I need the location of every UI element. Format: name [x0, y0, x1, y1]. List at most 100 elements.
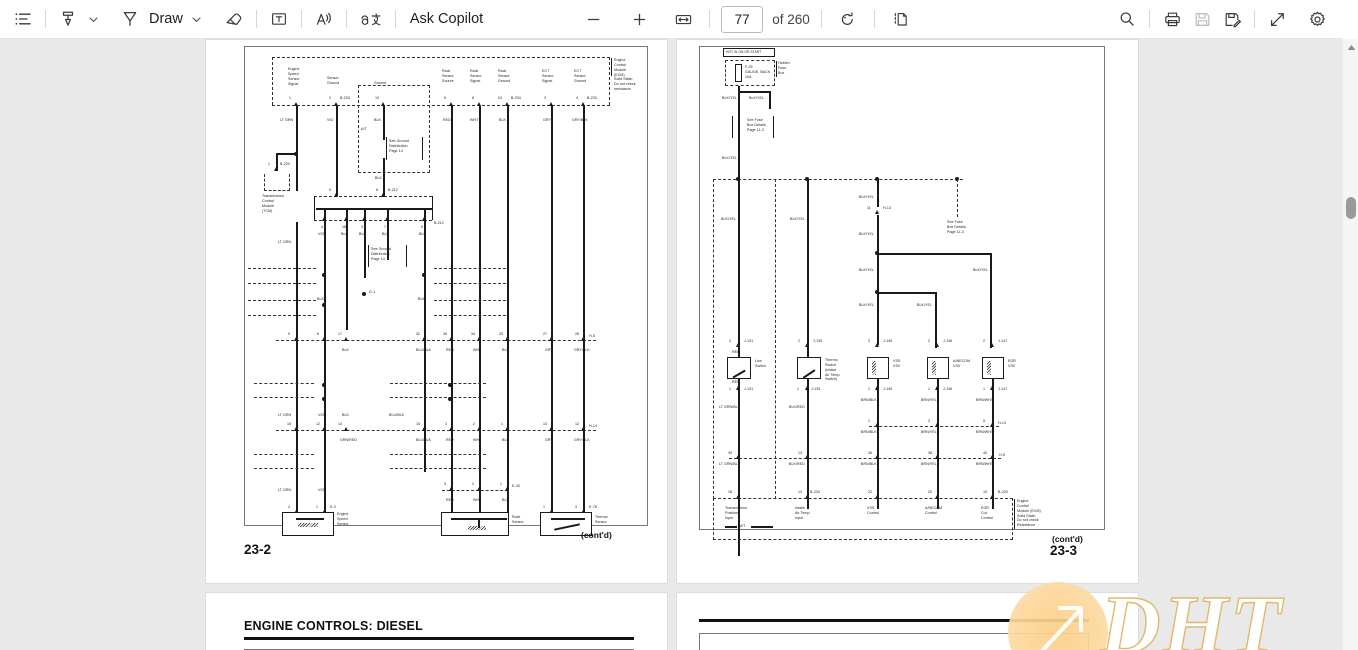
h13-tag-mid: H-13	[883, 206, 891, 210]
toolbar-divider-4	[345, 10, 347, 28]
fit-to-width-icon[interactable]	[668, 4, 698, 34]
b212-conn-4	[385, 217, 389, 221]
ask-copilot-button[interactable]: Ask Copilot	[403, 4, 490, 34]
toolbar-divider-6	[709, 10, 711, 28]
draw-button[interactable]: Draw	[145, 11, 187, 27]
document-page-23-3[interactable]: HOT IN ON OR START F-25 GAUGE, BACK 10A …	[676, 39, 1139, 584]
search-icon[interactable]	[1112, 4, 1142, 34]
bundle-m2	[254, 397, 314, 398]
bundle-r-4	[434, 315, 506, 316]
toolbar-divider-10	[1254, 10, 1255, 28]
bus-branch-3	[957, 179, 958, 217]
vss-wire-out	[877, 379, 879, 509]
fuse-box-bracket	[776, 61, 777, 77]
fullscreen-icon[interactable]	[1262, 4, 1292, 34]
rowc-tag-2: B-234	[810, 490, 820, 494]
tcm-box	[264, 174, 290, 191]
translate-icon[interactable]	[354, 4, 388, 34]
wire-col-1: BLK/YEL	[722, 96, 737, 100]
pin-label-5: Rack Sensor Ground	[498, 69, 511, 83]
rowc-conn-2	[875, 495, 879, 499]
pin-label-6: ECT Sensor Signal	[542, 69, 554, 83]
print-icon[interactable]	[1157, 4, 1187, 34]
pin-label-1: Sensor Ground	[327, 76, 340, 85]
h5-pin-1: 6	[317, 332, 320, 336]
toolbar-scroll-cap	[1342, 0, 1358, 39]
rack-sensor-box	[441, 512, 509, 536]
fuse-box-label: Hidden Fuse Box	[778, 61, 790, 75]
wire-col-2: BLK/YEL	[749, 96, 764, 100]
eraser-icon[interactable]	[219, 4, 249, 34]
rowa-pin-0: 1	[868, 419, 871, 423]
h14-conn-0	[294, 427, 298, 431]
zoom-in-button[interactable]	[624, 4, 654, 34]
next-page-rule-right	[699, 619, 1089, 622]
ecm-right-bracket	[1014, 499, 1015, 529]
h14-conn-3	[422, 427, 426, 431]
thermosw-conn-top	[805, 343, 809, 347]
rowc-pin-4: 10	[983, 490, 988, 494]
col-a2: BLK/YEL	[790, 217, 805, 221]
table-of-contents-icon[interactable]	[8, 4, 38, 34]
e43-pin-0: 3	[444, 482, 447, 486]
rowc-conn-0	[736, 495, 740, 499]
scroll-thumb[interactable]	[1346, 197, 1356, 219]
anecom-vsv-label: A/NECOM VSV	[953, 359, 971, 368]
rotate-icon[interactable]	[833, 4, 863, 34]
vss-col-1: BRN/BLK	[861, 398, 877, 402]
h5-c1: BLU/BLK	[416, 348, 432, 352]
col-step-4: BLK/YEL	[859, 303, 874, 307]
highlighter-dropdown-chevron-down-icon[interactable]	[83, 14, 103, 25]
low-switch-label: Low Switch	[755, 359, 766, 368]
zoom-out-button[interactable]	[578, 4, 608, 34]
h5-pin-0: 5	[288, 332, 291, 336]
step-wire-2	[877, 292, 937, 294]
engine-speed-sensor-coil	[298, 523, 318, 527]
rowb-conn-0	[736, 455, 740, 459]
pin-num-3: 9	[444, 96, 447, 100]
egr-pin-top: 2	[983, 339, 986, 343]
wire-1b	[324, 222, 326, 516]
b212-num-5: 9	[421, 225, 424, 229]
vss-vsv-label: VSS VSV	[893, 359, 901, 368]
ecm-input-0: Transmission Position Input	[725, 506, 747, 520]
vio-lbl-2: VIO	[318, 413, 325, 417]
col-a4: BLK/YEL	[859, 232, 874, 236]
page-layout-icon[interactable]	[886, 4, 916, 34]
text-box-icon[interactable]	[264, 4, 294, 34]
anecom-pin-bot: 1	[928, 387, 931, 391]
rowa-tag: H-13	[998, 421, 1006, 425]
conn-tag-1: B-234	[511, 96, 521, 100]
page-number-input[interactable]	[721, 5, 764, 33]
b212-tag-top: B-212	[388, 188, 398, 192]
conn-tag-0: B-233	[340, 96, 350, 100]
bundle-dot-1	[322, 273, 326, 277]
ecm-top-boundary	[272, 57, 610, 105]
h5-conn-7	[549, 337, 553, 341]
scroll-up-arrow-icon[interactable]	[1343, 39, 1358, 56]
blublk-lbl: BLU/BLK	[389, 413, 405, 417]
vertical-scrollbar[interactable]	[1342, 39, 1358, 650]
read-aloud-icon[interactable]	[309, 4, 339, 34]
document-viewport[interactable]: Engine Control Module (ECM) Solid State:…	[0, 39, 1342, 650]
toolbar-divider-7	[820, 10, 822, 28]
rowb-pin-3: 38	[928, 451, 933, 455]
rowb-conn-4	[990, 455, 994, 459]
document-page-next-right[interactable]	[676, 592, 1139, 650]
draw-dropdown-chevron-down-icon[interactable]	[187, 14, 207, 25]
save-as-icon[interactable]	[1217, 4, 1247, 34]
pen-icon[interactable]	[115, 4, 145, 34]
h14-pin-2: 14	[338, 422, 343, 426]
bundle-dot-3	[422, 273, 426, 277]
fn1-bracket-l	[732, 116, 733, 138]
h14-c2: RED	[446, 438, 454, 442]
document-page-23-2[interactable]: Engine Control Module (ECM) Solid State:…	[205, 39, 668, 584]
h13-pin-mid: 11	[867, 206, 871, 210]
highlighter-icon[interactable]	[53, 4, 83, 34]
wire-4c	[387, 222, 389, 260]
ltgrn-lbl-3: LT GRN	[278, 488, 292, 492]
document-page-next-left[interactable]: ENGINE CONTROLS: DIESEL	[205, 592, 668, 650]
wire-color-4: WHT	[470, 118, 479, 122]
settings-gear-icon[interactable]	[1302, 4, 1332, 34]
col-step-3: BLK/YEL	[917, 303, 932, 307]
